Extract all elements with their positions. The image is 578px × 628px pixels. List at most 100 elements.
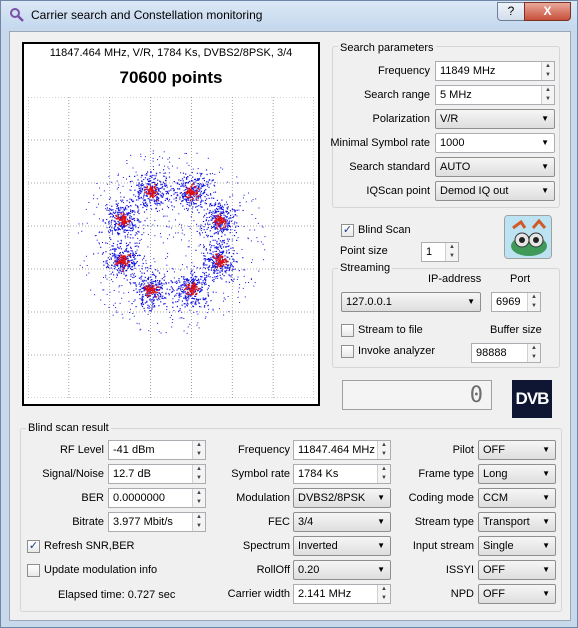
issyi-value: OFF [483, 564, 505, 576]
npd-value: OFF [483, 588, 505, 600]
update-modulation-label: Update modulation info [44, 564, 158, 576]
iqscan-point-label: IQScan point [366, 185, 430, 197]
frequency-label: Frequency [378, 65, 430, 77]
dropdown-arrow-icon: ▼ [377, 565, 385, 574]
dropdown-arrow-icon: ▼ [542, 541, 550, 550]
spectrum-label: Spectrum [242, 540, 290, 552]
dropdown-arrow-icon: ▼ [467, 297, 475, 306]
signal-noise-field[interactable]: 12.7 dB ▲ ▼ [108, 464, 206, 484]
spectrum-combo[interactable]: Inverted ▼ [293, 536, 391, 556]
spin-arrows-icon[interactable]: ▲ ▼ [527, 344, 540, 362]
port-value: 6969 [496, 296, 521, 308]
frame-type-combo[interactable]: Long ▼ [478, 464, 556, 484]
constellation-info: 11847.464 MHz, V/R, 1784 Ks, DVBS2/8PSK,… [49, 47, 293, 59]
search-standard-value: AUTO [440, 161, 471, 173]
search-range-label: Search range [363, 89, 430, 101]
carrier-width-label: Carrier width [227, 588, 290, 600]
point-size-spinbox[interactable]: 1 ▲ ▼ [421, 242, 459, 262]
dropdown-arrow-icon: ▼ [541, 114, 549, 123]
buffer-size-spinbox[interactable]: 98888 ▲ ▼ [471, 343, 541, 363]
spin-arrows-icon[interactable]: ▲ ▼ [541, 86, 554, 104]
search-standard-label: Search standard [349, 161, 430, 173]
spin-arrows-icon[interactable]: ▲ ▼ [541, 62, 554, 80]
constellation-plot [28, 97, 314, 398]
symbol-rate-field[interactable]: 1784 Ks ▲ ▼ [293, 464, 391, 484]
carrier-width-field[interactable]: 2.141 MHz ▲ ▼ [293, 584, 391, 604]
pilot-label: Pilot [452, 444, 474, 456]
issyi-combo[interactable]: OFF ▼ [478, 560, 556, 580]
constellation-panel: 11847.464 MHz, V/R, 1784 Ks, DVBS2/8PSK,… [22, 42, 320, 406]
dropdown-arrow-icon: ▼ [541, 186, 549, 195]
ip-address-value: 127.0.0.1 [346, 296, 392, 308]
fec-value: 3/4 [298, 516, 314, 528]
dropdown-arrow-icon: ▼ [377, 517, 385, 526]
elapsed-time: Elapsed time: 0.727 sec [58, 589, 176, 601]
port-spinbox[interactable]: 6969 ▲ ▼ [491, 292, 541, 312]
update-modulation-checkbox[interactable]: Update modulation info [27, 564, 157, 577]
logo-icon [505, 216, 551, 258]
spin-arrows-icon[interactable]: ▲ ▼ [445, 243, 458, 261]
spin-arrows-icon[interactable]: ▲ ▼ [192, 441, 205, 459]
input-stream-label: Input stream [412, 540, 474, 552]
rf-level-field[interactable]: -41 dBm ▲ ▼ [108, 440, 206, 460]
stream-type-value: Transport [483, 516, 530, 528]
spin-arrows-icon[interactable]: ▲ ▼ [192, 489, 205, 507]
rolloff-combo[interactable]: 0.20 ▼ [293, 560, 391, 580]
stream-type-combo[interactable]: Transport ▼ [478, 512, 556, 532]
dropdown-arrow-icon: ▼ [542, 445, 550, 454]
checkbox-empty-icon [341, 324, 354, 337]
pilot-combo[interactable]: OFF ▼ [478, 440, 556, 460]
checkbox-empty-icon [341, 345, 354, 358]
spin-arrows-icon[interactable]: ▲ ▼ [527, 293, 540, 311]
dropdown-arrow-icon: ▼ [542, 517, 550, 526]
min-symbol-rate-combo[interactable]: 1000 ▼ [435, 133, 555, 153]
coding-mode-combo[interactable]: CCM ▼ [478, 488, 556, 508]
refresh-snr-ber-checkbox[interactable]: ✓ Refresh SNR,BER [27, 540, 134, 553]
close-button[interactable]: X [524, 2, 571, 21]
polarization-value: V/R [440, 113, 459, 125]
blind-scan-checkbox[interactable]: ✓ Blind Scan [341, 224, 411, 237]
polarization-combo[interactable]: V/R ▼ [435, 109, 555, 129]
lcd-counter-value: 0 [469, 383, 483, 408]
scatter-points-blue [77, 150, 266, 334]
ber-field[interactable]: 0.0000000 ▲ ▼ [108, 488, 206, 508]
bitrate-field[interactable]: 3.977 Mbit/s ▲ ▼ [108, 512, 206, 532]
stream-to-file-label: Stream to file [358, 324, 423, 336]
invoke-analyzer-checkbox[interactable]: Invoke analyzer [341, 345, 435, 358]
modulation-combo[interactable]: DVBS2/8PSK ▼ [293, 488, 391, 508]
ip-address-combo[interactable]: 127.0.0.1 ▼ [341, 292, 481, 312]
help-button[interactable]: ? [497, 2, 525, 21]
spin-arrows-icon[interactable]: ▲ ▼ [192, 465, 205, 483]
title-bar[interactable]: Carrier search and Constellation monitor… [1, 1, 577, 29]
dropdown-arrow-icon: ▼ [377, 493, 385, 502]
spin-arrows-icon[interactable]: ▲ ▼ [377, 585, 390, 603]
npd-combo[interactable]: OFF ▼ [478, 584, 556, 604]
min-symbol-rate-label: Minimal Symbol rate [330, 137, 430, 149]
input-stream-value: Single [483, 540, 514, 552]
fec-label: FEC [268, 516, 290, 528]
signal-noise-label: Signal/Noise [42, 468, 104, 480]
rf-level-value: -41 dBm [113, 444, 155, 456]
fec-combo[interactable]: 3/4 ▼ [293, 512, 391, 532]
invoke-analyzer-label: Invoke analyzer [358, 345, 436, 357]
input-stream-combo[interactable]: Single ▼ [478, 536, 556, 556]
dropdown-arrow-icon: ▼ [542, 589, 550, 598]
search-range-spinbox[interactable]: 5 MHz ▲ ▼ [435, 85, 555, 105]
spin-arrows-icon[interactable]: ▲ ▼ [192, 513, 205, 531]
stream-to-file-checkbox[interactable]: Stream to file [341, 324, 423, 337]
frequency-value: 11849 MHz [440, 65, 496, 77]
dialog-client: 11847.464 MHz, V/R, 1784 Ks, DVBS2/8PSK,… [9, 31, 571, 621]
search-standard-combo[interactable]: AUTO ▼ [435, 157, 555, 177]
signal-noise-value: 12.7 dB [113, 468, 151, 480]
checkmark-icon: ✓ [341, 224, 354, 237]
stream-type-label: Stream type [414, 516, 474, 528]
iqscan-point-combo[interactable]: Demod IQ out ▼ [435, 181, 555, 201]
spin-arrows-icon[interactable]: ▲ ▼ [377, 441, 390, 459]
dropdown-arrow-icon: ▼ [542, 469, 550, 478]
spin-arrows-icon[interactable]: ▲ ▼ [377, 465, 390, 483]
port-header: Port [510, 273, 531, 285]
frequency-spinbox[interactable]: 11849 MHz ▲ ▼ [435, 61, 555, 81]
dropdown-arrow-icon: ▼ [542, 565, 550, 574]
result-frequency-field[interactable]: 11847.464 MHz ▲ ▼ [293, 440, 391, 460]
refresh-snr-ber-label: Refresh SNR,BER [44, 540, 135, 552]
